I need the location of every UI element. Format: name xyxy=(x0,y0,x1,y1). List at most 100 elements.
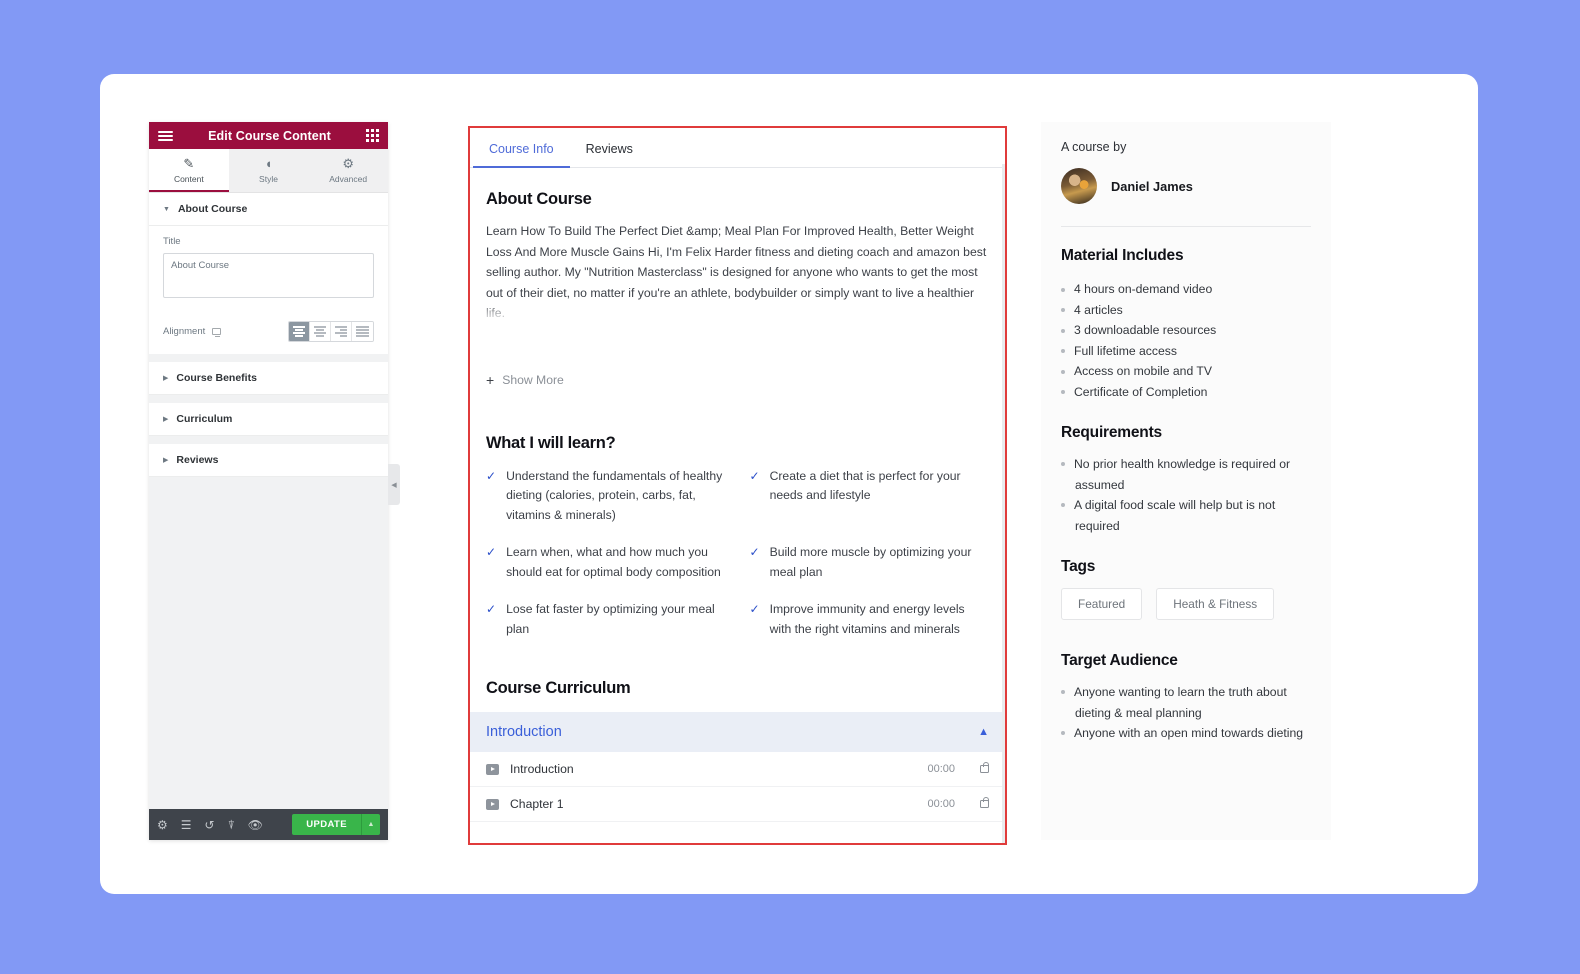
tab-style[interactable]: ◖ Style xyxy=(228,149,309,192)
title-input[interactable]: About Course xyxy=(163,253,374,298)
bullet-icon xyxy=(1061,390,1065,394)
lesson-row[interactable]: Chapter 1 00:00 xyxy=(470,787,1005,822)
hamburger-icon[interactable] xyxy=(158,130,173,141)
list-item-text: 4 articles xyxy=(1074,302,1123,317)
alignment-row: Alignment xyxy=(149,317,388,354)
panel-footer: ⚙ ☰ ↺ ⍒ 👁 UPDATE ▲ xyxy=(149,809,388,840)
history-icon[interactable]: ↺ xyxy=(205,819,215,831)
section-curriculum-label: Curriculum xyxy=(176,413,233,425)
align-center-button[interactable] xyxy=(310,322,331,341)
divider xyxy=(149,477,388,485)
tab-course-info[interactable]: Course Info xyxy=(473,128,570,168)
caret-up-icon[interactable]: ▲ xyxy=(361,814,380,835)
tab-advanced[interactable]: ⚙ Advanced xyxy=(308,149,389,192)
align-justify-button[interactable] xyxy=(352,322,373,341)
play-icon xyxy=(486,763,499,775)
lesson-row[interactable]: Introduction 00:00 xyxy=(470,752,1005,787)
tags-heading: Tags xyxy=(1061,558,1096,575)
check-icon: ✓ xyxy=(749,602,760,616)
grid-icon[interactable] xyxy=(366,129,379,142)
bullet-icon xyxy=(1061,308,1065,312)
course-tabs: Course Info Reviews xyxy=(470,128,1005,168)
list-item-text: 4 hours on-demand video xyxy=(1074,282,1213,296)
check-icon: ✓ xyxy=(749,468,760,483)
course-by-label: A course by xyxy=(1061,140,1127,154)
chevron-left-icon: ◀ xyxy=(391,481,397,489)
lesson-duration: 00:00 xyxy=(927,763,955,775)
list-item-text: Anyone with an open mind towards dieting xyxy=(1074,726,1303,740)
check-icon: ✓ xyxy=(749,545,760,559)
list-item-text: 3 downloadable resources xyxy=(1074,323,1217,337)
learn-item-text: Lose fat faster by optimizing your meal … xyxy=(506,602,715,636)
bullet-icon xyxy=(1061,287,1065,292)
about-course-heading: About Course xyxy=(486,190,592,208)
learn-item: ✓ Lose fat faster by optimizing your mea… xyxy=(486,600,726,639)
chevron-up-icon[interactable]: ▲ xyxy=(978,726,989,738)
alignment-label: Alignment xyxy=(163,326,222,337)
tab-style-label: Style xyxy=(259,174,278,184)
learn-list: ✓ Understand the fundamentals of healthy… xyxy=(486,467,989,640)
update-button-group: UPDATE ▲ xyxy=(292,814,380,835)
list-item: Anyone wanting to learn the truth about … xyxy=(1061,682,1311,723)
curriculum-section-title: Introduction xyxy=(486,724,562,740)
show-more-button[interactable]: + Show More xyxy=(486,372,989,388)
desktop-icon[interactable] xyxy=(212,328,222,337)
list-item: A digital food scale will help but is no… xyxy=(1061,495,1311,536)
check-icon: ✓ xyxy=(486,545,497,559)
caret-down-icon: ▼ xyxy=(163,205,170,213)
list-item: Access on mobile and TV xyxy=(1061,361,1311,382)
gear-icon[interactable]: ⚙ xyxy=(157,819,168,831)
list-item: 4 hours on-demand video xyxy=(1061,279,1311,300)
list-item-text: A digital food scale will help but is no… xyxy=(1074,498,1276,533)
lesson-duration: 00:00 xyxy=(927,798,955,810)
title-field-label: Title xyxy=(163,236,181,247)
update-button[interactable]: UPDATE xyxy=(292,814,361,835)
bullet-icon xyxy=(1061,349,1065,353)
section-reviews[interactable]: ▶ Reviews xyxy=(149,444,388,477)
layers-icon[interactable]: ☰ xyxy=(181,819,192,831)
lesson-title: Introduction xyxy=(510,762,574,776)
tab-content[interactable]: ✎ Content xyxy=(149,149,229,192)
learn-item-text: Create a diet that is perfect for your n… xyxy=(769,468,961,503)
section-curriculum[interactable]: ▶ Curriculum xyxy=(149,403,388,436)
lock-icon xyxy=(980,796,989,808)
requirements-heading: Requirements xyxy=(1061,424,1162,441)
bullet-icon xyxy=(1061,689,1065,694)
learn-item-text: Learn when, what and how much you should… xyxy=(506,545,721,579)
target-audience-list: Anyone wanting to learn the truth about … xyxy=(1061,682,1311,744)
section-about-course[interactable]: ▼ About Course xyxy=(149,193,388,226)
eye-icon[interactable]: 👁 xyxy=(248,819,263,831)
tag-chip[interactable]: Featured xyxy=(1061,588,1143,620)
curriculum-section-header[interactable]: Introduction ▲ xyxy=(470,712,1005,752)
course-sidebar: A course by Daniel James Material Includ… xyxy=(1041,122,1331,840)
responsive-icon[interactable]: ⍒ xyxy=(228,819,235,831)
section-course-benefits[interactable]: ▶ Course Benefits xyxy=(149,362,388,395)
learn-item: ✓ Learn when, what and how much you shou… xyxy=(486,543,726,582)
divider xyxy=(149,354,388,362)
align-right-button[interactable] xyxy=(331,322,352,341)
section-reviews-label: Reviews xyxy=(176,454,219,466)
gear-icon: ⚙ xyxy=(342,156,354,171)
panel-title: Edit Course Content xyxy=(208,128,331,143)
align-left-button[interactable] xyxy=(289,322,310,341)
learn-item: ✓ Create a diet that is perfect for your… xyxy=(750,467,990,526)
requirements-list: No prior health knowledge is required or… xyxy=(1061,454,1311,536)
alignment-buttons xyxy=(288,321,374,342)
author-name: Daniel James xyxy=(1111,178,1193,194)
check-icon: ✓ xyxy=(486,602,497,616)
tab-advanced-label: Advanced xyxy=(329,174,368,184)
panel-collapse-handle[interactable]: ◀ xyxy=(388,464,400,505)
learn-item-text: Understand the fundamentals of healthy d… xyxy=(506,468,723,522)
tag-chip[interactable]: Heath & Fitness xyxy=(1156,588,1275,620)
author-row: Daniel James xyxy=(1061,168,1311,204)
bullet-icon xyxy=(1061,328,1065,333)
preview-scrollbar[interactable] xyxy=(1002,164,1005,843)
divider xyxy=(149,436,388,444)
list-item: 3 downloadable resources xyxy=(1061,320,1311,341)
list-item: Full lifetime access xyxy=(1061,341,1311,362)
alignment-text: Alignment xyxy=(163,326,206,337)
tab-reviews[interactable]: Reviews xyxy=(570,128,649,168)
learn-item-text: Improve immunity and energy levels with … xyxy=(769,602,965,636)
